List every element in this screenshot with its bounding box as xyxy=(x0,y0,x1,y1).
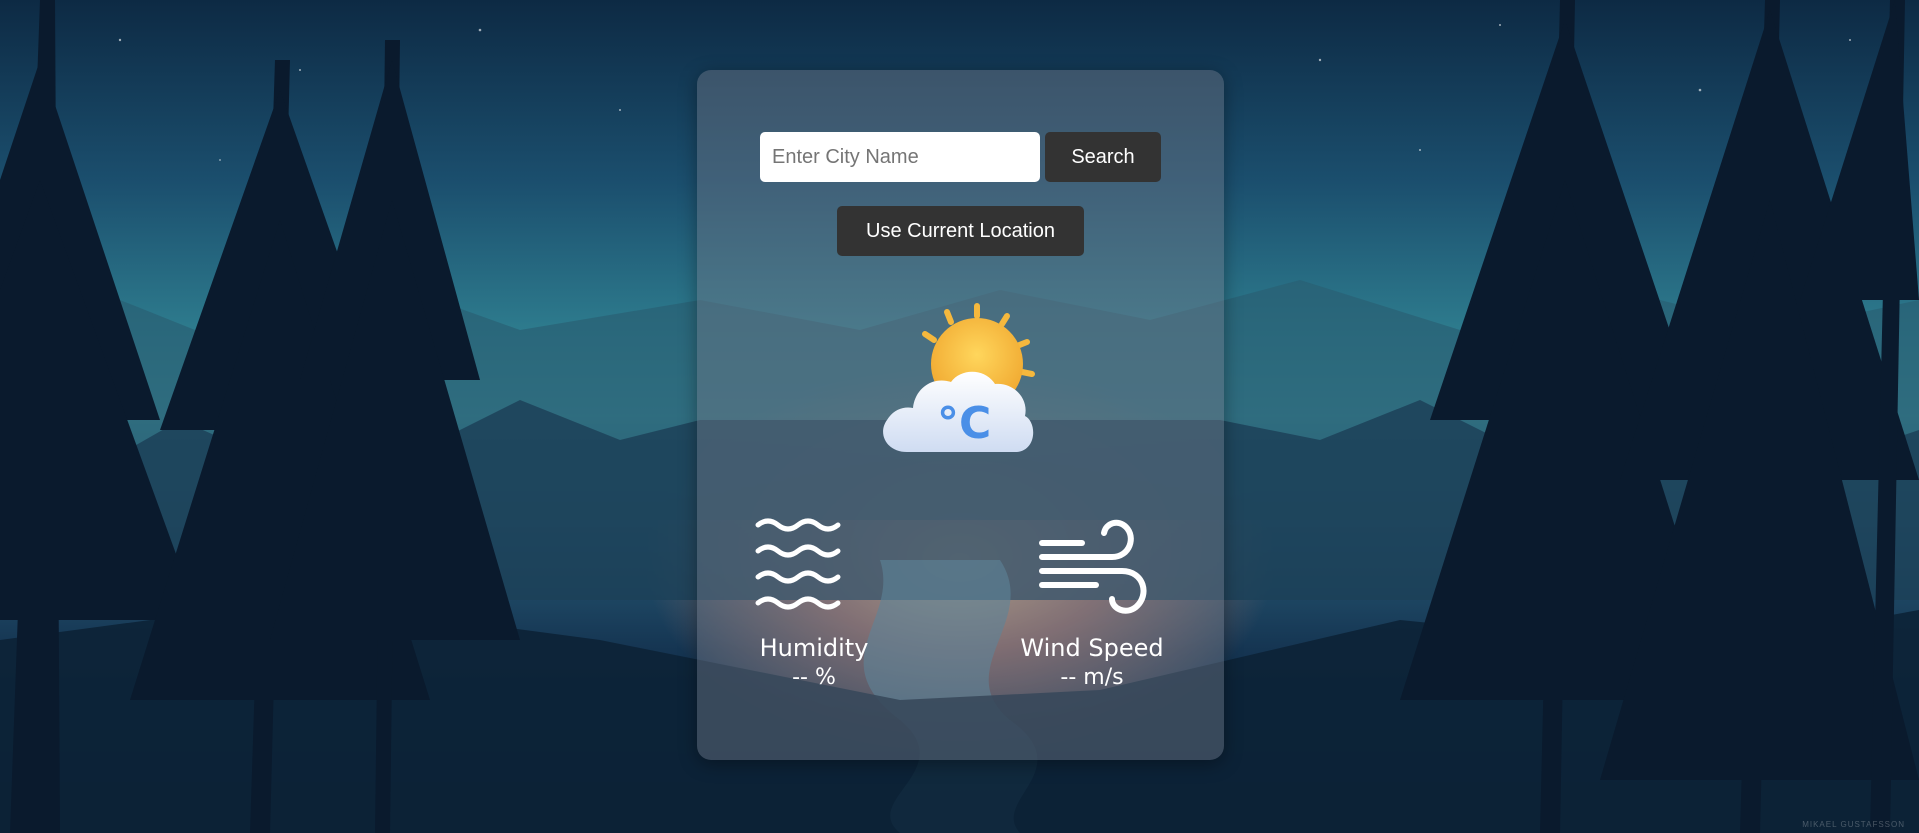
wind-speed-stat: Wind Speed -- m/s xyxy=(1002,515,1182,693)
celsius-symbol: °C xyxy=(937,398,991,449)
search-button[interactable]: Search xyxy=(1045,132,1161,182)
city-search-input[interactable] xyxy=(760,132,1040,182)
humidity-waves-icon xyxy=(755,518,841,610)
humidity-label: Humidity xyxy=(759,634,869,662)
humidity-stat: Humidity -- % xyxy=(724,515,904,693)
wind-speed-label: Wind Speed xyxy=(1020,634,1164,662)
use-current-location-button[interactable]: Use Current Location xyxy=(837,206,1084,256)
wind-speed-value: -- m/s xyxy=(1060,665,1124,690)
weather-card: Search Use Current Location xyxy=(697,70,1224,760)
humidity-value: -- % xyxy=(792,665,836,690)
partly-cloudy-celsius-icon: °C xyxy=(877,302,1037,472)
artist-credit: MIKAEL GUSTAFSSON xyxy=(1802,820,1905,829)
wind-icon xyxy=(1039,519,1147,614)
